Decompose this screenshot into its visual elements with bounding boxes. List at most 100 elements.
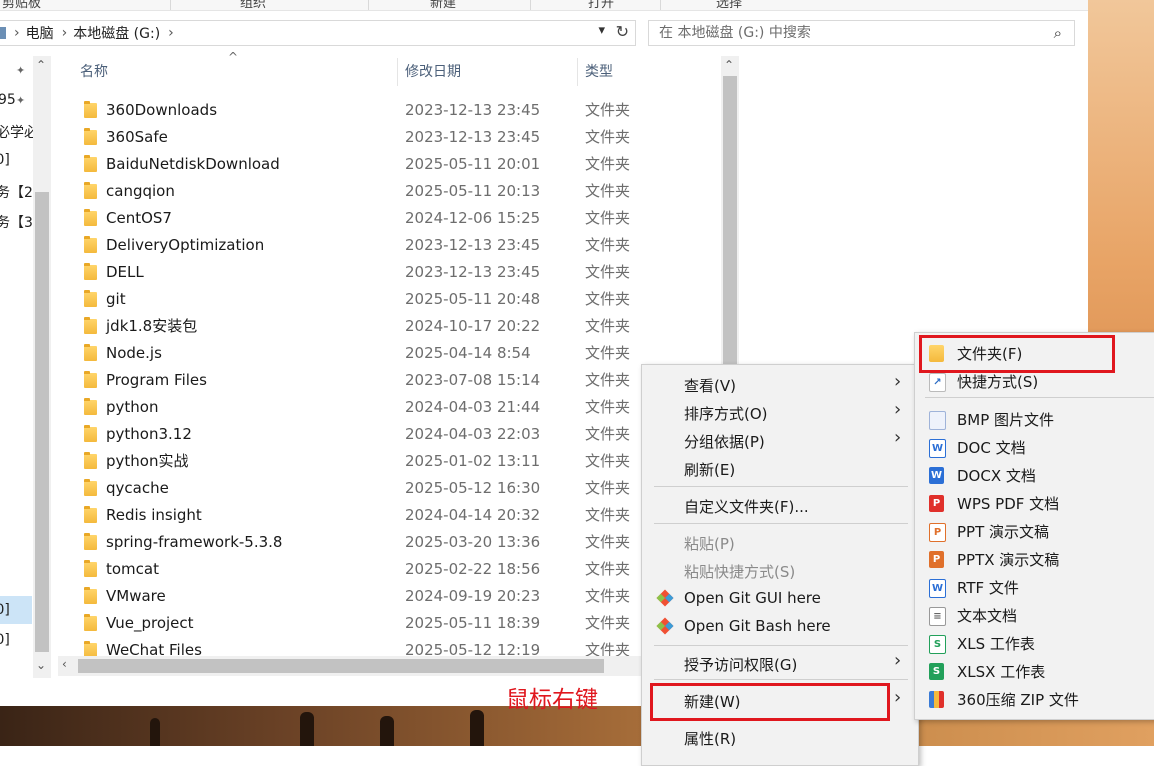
horizontal-scrollbar-thumb[interactable] — [78, 659, 604, 673]
pin-icon[interactable]: ✦ — [16, 94, 25, 107]
refresh-icon[interactable]: ↻ — [616, 22, 629, 41]
file-row[interactable]: VMware 2024-09-19 20:23 文件夹 — [78, 583, 728, 610]
menu-item-grant-access[interactable]: 授予访问权限(G) — [684, 654, 797, 675]
ribbon-tab-open[interactable]: 打开 — [588, 0, 614, 10]
new-submenu-item[interactable]: WPS PDF 文档 — [957, 493, 1059, 514]
new-submenu-item[interactable]: 360压缩 ZIP 文件 — [957, 689, 1079, 710]
file-row[interactable]: cangqion 2025-05-11 20:13 文件夹 — [78, 178, 728, 205]
breadcrumb-drive-g[interactable]: 本地磁盘 (G:) — [73, 23, 160, 43]
file-row[interactable]: 360Safe 2023-12-13 23:45 文件夹 — [78, 124, 728, 151]
nav-item[interactable]: [0] — [0, 152, 10, 168]
nav-item[interactable]: 务【3 — [0, 212, 33, 232]
folder-icon — [929, 345, 944, 362]
folder-icon — [84, 344, 97, 361]
menu-item-view[interactable]: 查看(V) — [684, 375, 736, 396]
menu-item-paste[interactable]: 粘贴(P) — [684, 533, 735, 554]
file-row[interactable]: Vue_project 2025-05-11 18:39 文件夹 — [78, 610, 728, 637]
new-submenu-item[interactable]: RTF 文件 — [957, 577, 1019, 598]
nav-item[interactable]: [0] — [0, 632, 10, 648]
pptx-icon: P — [929, 551, 944, 568]
file-row[interactable]: Redis insight 2024-04-14 20:32 文件夹 — [78, 502, 728, 529]
new-submenu-item[interactable]: 快捷方式(S) — [957, 371, 1038, 392]
menu-separator — [654, 486, 908, 487]
new-submenu-item[interactable]: DOCX 文档 — [957, 465, 1036, 486]
file-name: tomcat — [106, 560, 159, 578]
new-submenu-item[interactable]: 文件夹(F) — [957, 343, 1022, 364]
txt-icon-glyph: ≡ — [933, 611, 942, 622]
menu-item-paste-shortcut[interactable]: 粘贴快捷方式(S) — [684, 561, 795, 582]
breadcrumb-this-pc[interactable]: 电脑 — [26, 23, 54, 43]
breadcrumb-separator-icon[interactable]: › — [168, 25, 174, 41]
file-type: 文件夹 — [585, 479, 631, 497]
file-row[interactable]: tomcat 2025-02-22 18:56 文件夹 — [78, 556, 728, 583]
new-submenu-item[interactable]: XLS 工作表 — [957, 633, 1035, 654]
file-row[interactable]: spring-framework-5.3.8 2025-03-20 13:36 文件… — [78, 529, 728, 556]
folder-icon — [84, 155, 97, 172]
file-date: 2025-05-11 20:13 — [405, 182, 541, 200]
menu-item-git-bash[interactable]: Open Git Bash here — [684, 617, 831, 635]
menu-item-refresh[interactable]: 刷新(E) — [684, 459, 735, 480]
scroll-left-icon[interactable]: ‹ — [62, 657, 67, 671]
new-submenu-item[interactable]: PPT 演示文稿 — [957, 521, 1049, 542]
ribbon-tab-select[interactable]: 选择 — [716, 0, 742, 10]
search-icon[interactable]: ⌕ — [1054, 21, 1062, 45]
file-row[interactable]: git 2025-05-11 20:48 文件夹 — [78, 286, 728, 313]
file-row[interactable]: python实战 2025-01-02 13:11 文件夹 — [78, 448, 728, 475]
nav-item[interactable]: 务【2 — [0, 182, 33, 202]
context-menu: 查看(V) › 排序方式(O) › 分组依据(P) › 刷新(E) 自定义文件夹… — [641, 364, 919, 766]
file-type: 文件夹 — [585, 128, 631, 146]
file-row[interactable]: qycache 2025-05-12 16:30 文件夹 — [78, 475, 728, 502]
file-row[interactable]: Node.js 2025-04-14 8:54 文件夹 — [78, 340, 728, 367]
nav-item[interactable]: [0] — [0, 602, 10, 618]
new-submenu-item[interactable]: XLSX 工作表 — [957, 661, 1045, 682]
column-header-name[interactable]: 名称 — [80, 58, 108, 86]
menu-item-customize-folder[interactable]: 自定义文件夹(F)... — [684, 496, 809, 517]
file-row[interactable]: 360Downloads 2023-12-13 23:45 文件夹 — [78, 97, 728, 124]
column-header-date[interactable]: 修改日期 — [405, 58, 461, 86]
search-box[interactable]: ⌕ — [648, 20, 1075, 46]
docx-icon-glyph: W — [930, 470, 943, 481]
ribbon-tab-clipboard[interactable]: 剪贴板 — [2, 0, 41, 10]
new-submenu-item[interactable]: BMP 图片文件 — [957, 409, 1054, 430]
file-row[interactable]: python 2024-04-03 21:44 文件夹 — [78, 394, 728, 421]
address-history-dropdown-icon[interactable]: ▾ — [598, 23, 605, 38]
nav-item[interactable]: 95 — [0, 92, 16, 108]
file-row[interactable]: BaiduNetdiskDownload 2025-05-11 20:01 文件夹 — [78, 151, 728, 178]
nav-scrollbar-thumb[interactable] — [35, 192, 49, 652]
column-divider[interactable] — [577, 58, 578, 86]
nav-scrollbar[interactable]: ⌃ ⌄ — [33, 56, 51, 678]
address-bar[interactable]: › 电脑 › 本地磁盘 (G:) › ▾ ↻ — [0, 20, 636, 46]
file-date: 2025-01-02 13:11 — [405, 452, 541, 470]
file-date: 2023-07-08 15:14 — [405, 371, 541, 389]
xlsx-icon-glyph: S — [932, 666, 941, 677]
file-row[interactable]: DeliveryOptimization 2023-12-13 23:45 文件夹 — [78, 232, 728, 259]
new-submenu-item[interactable]: 文本文档 — [957, 605, 1017, 626]
file-type: 文件夹 — [585, 425, 631, 443]
ribbon-tab-new[interactable]: 新建 — [430, 0, 456, 10]
scroll-up-icon[interactable]: ⌃ — [724, 58, 734, 72]
column-divider[interactable] — [397, 58, 398, 86]
menu-item-group[interactable]: 分组依据(P) — [684, 431, 765, 452]
ppt-icon: P — [929, 523, 946, 542]
column-header-type[interactable]: 类型 — [585, 58, 613, 86]
file-row[interactable]: python3.12 2024-04-03 22:03 文件夹 — [78, 421, 728, 448]
menu-item-sort[interactable]: 排序方式(O) — [684, 403, 768, 424]
file-row[interactable]: CentOS7 2024-12-06 15:25 文件夹 — [78, 205, 728, 232]
ribbon-tab-organize[interactable]: 组织 — [240, 0, 266, 10]
file-row[interactable]: jdk1.8安装包 2024-10-17 20:22 文件夹 — [78, 313, 728, 340]
menu-item-git-gui[interactable]: Open Git GUI here — [684, 589, 821, 607]
scroll-up-icon[interactable]: ⌃ — [36, 58, 46, 72]
pin-icon[interactable]: ✦ — [16, 64, 25, 77]
scroll-down-icon[interactable]: ⌄ — [36, 658, 46, 672]
new-submenu-item[interactable]: DOC 文档 — [957, 437, 1026, 458]
file-date: 2025-05-11 20:01 — [405, 155, 541, 173]
menu-item-new[interactable]: 新建(W) — [684, 691, 741, 712]
file-type: 文件夹 — [585, 182, 631, 200]
new-submenu-item[interactable]: PPTX 演示文稿 — [957, 549, 1059, 570]
file-row[interactable]: Program Files 2023-07-08 15:14 文件夹 — [78, 367, 728, 394]
file-row[interactable]: DELL 2023-12-13 23:45 文件夹 — [78, 259, 728, 286]
file-date: 2025-02-22 18:56 — [405, 560, 541, 578]
horizontal-scrollbar[interactable]: ‹ — [58, 656, 722, 676]
file-date: 2024-09-19 20:23 — [405, 587, 541, 605]
search-input[interactable] — [657, 21, 1041, 45]
